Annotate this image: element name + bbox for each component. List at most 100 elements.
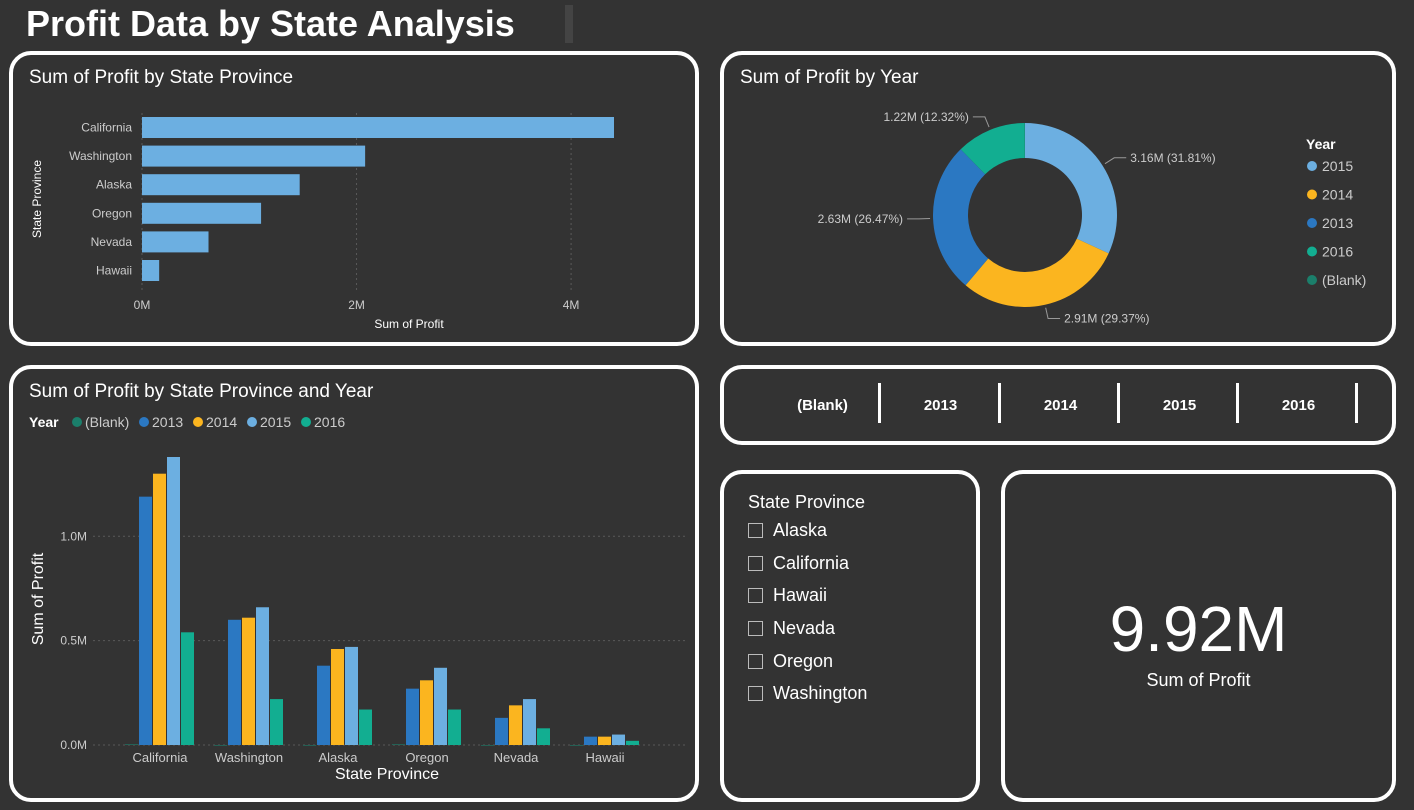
bar-alaska-2013[interactable] [317,665,330,745]
checkbox[interactable] [748,587,763,603]
bar-california-2014[interactable] [153,473,166,745]
legend-swatch [1307,189,1317,200]
slice-2013[interactable] [933,149,989,286]
data-label: 2.91M (29.37%) [1064,311,1149,325]
bar-hawaii-2014[interactable] [598,736,611,745]
bar-nevada-2015[interactable] [523,699,536,745]
kpi-value: 9.92M [1109,593,1288,665]
year-option-2014[interactable]: 2014 [1001,369,1120,441]
profit-by-state-panel[interactable]: Sum of Profit by State Province Californ… [9,51,699,346]
bar-california-2016[interactable] [181,632,194,745]
bar-oregon-2013[interactable] [406,688,419,745]
bar-california-2015[interactable] [167,457,180,745]
category-label: Hawaii [585,750,624,765]
profit-by-year-panel[interactable]: Sum of Profit by Year 3.16M (31.81%) 2.91… [720,51,1396,346]
state-slicer-panel: State Province Alaska California Hawaii … [720,470,980,802]
bar-alaska-2014[interactable] [331,649,344,745]
legend-swatch [247,417,257,427]
checkbox[interactable] [748,620,763,636]
state-option-washington[interactable]: Washington [748,681,867,705]
leader-line [1045,307,1061,319]
bar-california[interactable] [142,117,614,138]
y-axis-title: Sum of Profit [30,552,47,645]
bar-washington-2015[interactable] [256,607,269,745]
legend-item[interactable]: (Blank) [1322,272,1366,288]
state-option-nevada[interactable]: Nevada [748,616,835,640]
year-option-2013[interactable]: 2013 [881,369,1000,441]
bar-alaska-2016[interactable] [359,709,372,745]
category-label: California [133,750,189,765]
category-label: California [81,121,132,135]
state-option-california[interactable]: California [748,551,849,575]
bar-hawaii-2013[interactable] [584,736,597,745]
bar-nevada-2013[interactable] [495,717,508,745]
legend-item[interactable]: 2014 [206,414,237,430]
bar-california-blank[interactable] [125,744,138,745]
bar-washington-blank[interactable] [214,745,227,746]
state-option-alaska[interactable]: Alaska [748,518,827,542]
checkbox[interactable] [748,685,763,701]
slice-2015[interactable] [1025,123,1117,254]
bar-alaska-blank[interactable] [303,745,316,746]
bar-hawaii-2015[interactable] [612,734,625,745]
category-label: Alaska [318,750,358,765]
bar-oregon-2014[interactable] [420,680,433,745]
bar-nevada-2014[interactable] [509,705,522,745]
bar-hawaii-blank[interactable] [570,745,583,746]
year-option-blank[interactable]: (Blank) [763,369,882,441]
year-option-2015[interactable]: 2015 [1120,369,1239,441]
y-axis-title: State Province [30,160,44,238]
legend-title: Year [1306,136,1336,152]
bar-hawaii-2016[interactable] [626,740,639,745]
legend-item[interactable]: 2016 [314,414,345,430]
slice-2014[interactable] [965,238,1109,307]
leader-line [1104,157,1127,165]
category-label: Nevada [494,750,540,765]
legend-swatch [301,417,311,427]
legend-item[interactable]: 2014 [1322,187,1353,203]
y-tick-label: 1.0M [60,529,87,543]
x-tick-label: 0M [134,298,151,312]
year-slicer: (Blank) 2013 2014 2015 2016 [724,369,1392,441]
bar-washington[interactable] [142,145,366,167]
bar-oregon[interactable] [142,202,262,224]
legend-item[interactable]: 2015 [1322,158,1353,174]
state-option-label: Oregon [773,650,834,671]
bar-nevada-2016[interactable] [537,728,550,745]
state-option-hawaii[interactable]: Hawaii [748,583,827,607]
legend-swatch [1307,218,1317,228]
year-option-2016[interactable]: 2016 [1239,369,1358,441]
bar-nevada-blank[interactable] [481,745,494,746]
legend-item[interactable]: 2015 [260,414,291,430]
bar-oregon-2015[interactable] [434,667,447,745]
bar-oregon-2016[interactable] [448,709,461,745]
y-tick-label: 0.0M [60,738,87,752]
x-axis-title: Sum of Profit [374,317,444,331]
bar-washington-2013[interactable] [228,619,241,745]
kpi-card-panel[interactable]: 9.92M Sum of Profit [1001,470,1396,802]
data-label: 3.16M (31.81%) [1130,151,1215,165]
bar-washington-2016[interactable] [270,699,283,745]
legend-item[interactable]: 2013 [152,414,183,430]
profit-by-state-year-panel[interactable]: Sum of Profit by State Province and Year… [9,365,699,802]
checkbox[interactable] [748,555,763,571]
bar-alaska-2015[interactable] [345,646,358,745]
state-option-oregon[interactable]: Oregon [748,649,833,673]
bar-oregon-blank[interactable] [392,744,405,745]
checkbox[interactable] [748,653,763,669]
legend-item[interactable]: 2016 [1322,244,1353,260]
bar-hawaii[interactable] [142,260,160,281]
bar-washington-2014[interactable] [242,617,255,745]
category-label: Oregon [92,206,132,220]
legend-item[interactable]: 2013 [1322,215,1353,231]
legend-swatch [193,417,203,427]
bar-alaska[interactable] [142,174,300,196]
state-option-label: Washington [773,682,868,703]
year-slicer-panel: (Blank) 2013 2014 2015 2016 [720,365,1396,445]
checkbox[interactable] [748,522,763,538]
legend-title: Year [29,414,59,430]
bar-nevada[interactable] [142,231,209,253]
x-tick-label: 2M [348,298,365,312]
legend-item[interactable]: (Blank) [85,414,129,430]
bar-california-2013[interactable] [139,496,152,745]
